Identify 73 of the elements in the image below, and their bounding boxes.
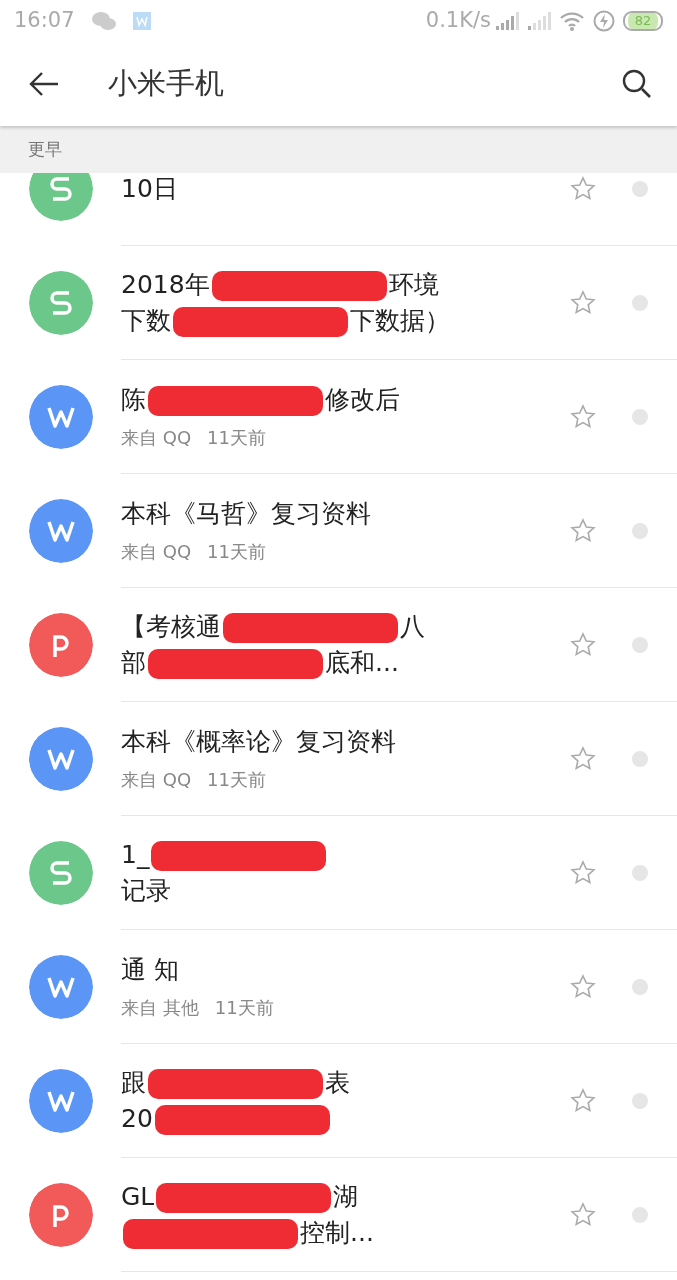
- star-button[interactable]: [570, 859, 596, 886]
- file-name: 20: [121, 1102, 153, 1135]
- star-button[interactable]: [570, 973, 596, 1000]
- select-toggle[interactable]: [632, 864, 648, 881]
- file-name: 通 知: [121, 954, 179, 986]
- file-name: 1_: [121, 838, 150, 871]
- file-name: 表: [325, 1066, 350, 1099]
- search-button[interactable]: [621, 68, 653, 100]
- document-icon: [29, 1069, 93, 1133]
- star-button[interactable]: [570, 1201, 596, 1228]
- file-name: 控制...: [300, 1216, 374, 1249]
- file-time: 11天前: [207, 540, 266, 564]
- file-name: 陈: [121, 384, 146, 416]
- star-button[interactable]: [570, 289, 596, 316]
- clock: 16:07: [14, 7, 75, 35]
- select-toggle[interactable]: [632, 180, 648, 197]
- star-button[interactable]: [570, 517, 596, 544]
- file-time: 11天前: [207, 426, 266, 450]
- charging-icon: [593, 10, 615, 32]
- file-source: 来自 其他: [121, 996, 199, 1020]
- spreadsheet-icon: [29, 173, 93, 221]
- file-name: 记录: [121, 874, 171, 907]
- network-speed: 0.1K/s: [425, 7, 491, 35]
- select-toggle[interactable]: [632, 294, 648, 311]
- file-time: 11天前: [207, 768, 266, 792]
- star-button[interactable]: [570, 403, 596, 430]
- file-source: 来自 QQ: [121, 768, 192, 792]
- presentation-icon: [29, 1183, 93, 1247]
- file-name: 环境: [388, 268, 439, 301]
- signal-icon: [527, 11, 551, 31]
- chat-app-icon: [90, 11, 117, 31]
- file-name: 10日: [121, 173, 178, 205]
- select-toggle[interactable]: [632, 636, 648, 653]
- file-name: 下数据）: [350, 304, 450, 337]
- star-button[interactable]: [570, 175, 596, 202]
- star-button[interactable]: [570, 745, 596, 772]
- document-icon: [29, 727, 93, 791]
- signal-icon: [495, 11, 519, 31]
- page-title: 小米手机: [108, 65, 224, 103]
- file-source: 来自 QQ: [121, 540, 192, 564]
- presentation-icon: [29, 613, 93, 677]
- spreadsheet-icon: [29, 841, 93, 905]
- file-name: 湖: [333, 1180, 359, 1213]
- app-icon: [132, 12, 151, 30]
- select-toggle[interactable]: [632, 750, 648, 767]
- file-name: 修改后: [325, 384, 400, 416]
- file-name: 2018年: [121, 268, 210, 301]
- spreadsheet-icon: [29, 271, 93, 335]
- file-name: 底和...: [325, 646, 399, 679]
- file-time: 11天前: [214, 996, 274, 1020]
- select-toggle[interactable]: [632, 408, 648, 425]
- file-name: 下数: [121, 304, 171, 337]
- select-toggle[interactable]: [632, 978, 648, 995]
- select-toggle[interactable]: [632, 522, 648, 539]
- file-name: 本科《马哲》复习资料: [121, 498, 371, 530]
- star-button[interactable]: [570, 1087, 596, 1114]
- section-label: 更早: [28, 137, 62, 161]
- file-name: 八: [400, 610, 425, 643]
- star-button[interactable]: [570, 631, 596, 658]
- file-name: 跟: [121, 1066, 146, 1099]
- file-name: GL: [121, 1180, 155, 1213]
- file-name: 【考核通: [121, 610, 221, 643]
- file-name: 部: [121, 646, 146, 679]
- battery-indicator: 82: [623, 11, 663, 31]
- file-name: 本科《概率论》复习资料: [121, 726, 396, 758]
- back-button[interactable]: [28, 70, 60, 98]
- document-icon: [29, 385, 93, 449]
- document-icon: [29, 955, 93, 1019]
- file-source: 来自 QQ: [121, 426, 192, 450]
- document-icon: [29, 499, 93, 563]
- select-toggle[interactable]: [632, 1092, 648, 1109]
- select-toggle[interactable]: [632, 1206, 648, 1223]
- wifi-icon: [559, 11, 585, 31]
